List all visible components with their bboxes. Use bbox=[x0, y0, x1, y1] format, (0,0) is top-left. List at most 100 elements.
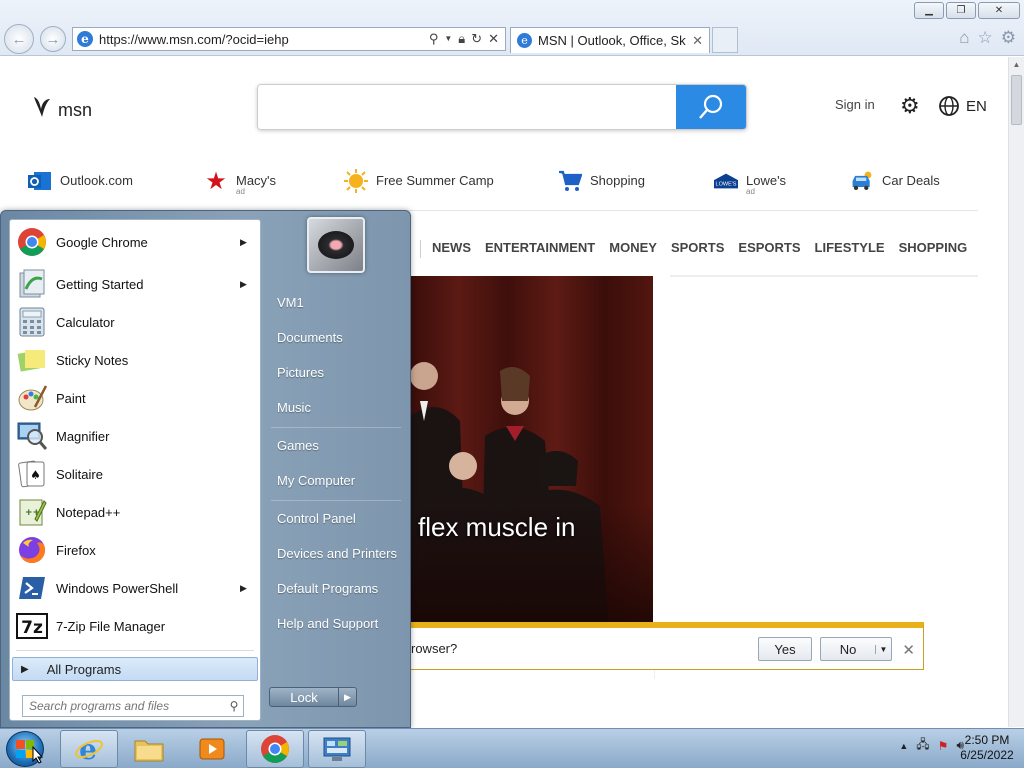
taskbar-internet-explorer[interactable]: e bbox=[60, 730, 118, 768]
program-magnifier[interactable]: Magnifier bbox=[12, 418, 258, 454]
taskbar-file-explorer[interactable] bbox=[120, 730, 178, 768]
dropdown-arrow-icon[interactable]: ▼ bbox=[875, 644, 891, 654]
tab-news[interactable]: NEWS bbox=[425, 240, 478, 258]
new-tab-button[interactable] bbox=[712, 27, 738, 53]
user-avatar[interactable] bbox=[307, 217, 365, 273]
action-center-flag-icon[interactable]: ⚑ bbox=[938, 739, 949, 753]
program-sticky-notes[interactable]: Sticky Notes bbox=[12, 342, 258, 378]
minimize-button[interactable]: ▁ bbox=[914, 2, 944, 19]
browser-tools: ⌂ ☆ ⚙ bbox=[959, 28, 1016, 48]
cart-icon bbox=[558, 169, 582, 193]
no-button[interactable]: No ▼ bbox=[820, 637, 892, 661]
place-my-computer[interactable]: My Computer bbox=[277, 473, 355, 488]
sun-icon bbox=[344, 169, 368, 193]
taskbar-google-chrome[interactable] bbox=[246, 730, 304, 768]
program-calculator[interactable]: Calculator bbox=[12, 304, 258, 340]
macys-star-icon: ★ bbox=[205, 167, 227, 195]
program-solitaire[interactable]: ♠ Solitaire bbox=[12, 456, 258, 492]
settings-gear-icon[interactable]: ⚙ bbox=[900, 93, 920, 119]
restore-button[interactable]: ❐ bbox=[946, 2, 976, 19]
tab-shopping[interactable]: SHOPPING bbox=[892, 240, 975, 258]
program-windows-powershell[interactable]: Windows PowerShell ▶ bbox=[12, 570, 258, 606]
tab-entertainment[interactable]: ENTERTAINMENT bbox=[478, 240, 602, 258]
lock-icon[interactable]: 🔒︎ bbox=[458, 31, 465, 47]
quicklink-summer-camp[interactable]: Free Summer Camp bbox=[344, 169, 494, 193]
program-paint[interactable]: Paint bbox=[12, 380, 258, 416]
program-firefox[interactable]: Firefox bbox=[12, 532, 258, 568]
place-help-and-support[interactable]: Help and Support bbox=[277, 616, 378, 631]
hero-story-card[interactable]: flex muscle in bbox=[410, 276, 653, 644]
close-window-button[interactable]: ✕ bbox=[978, 2, 1020, 19]
svg-text:LOWE'S: LOWE'S bbox=[716, 182, 737, 188]
place-games[interactable]: Games bbox=[277, 438, 319, 453]
settings-gear-icon[interactable]: ⚙ bbox=[1001, 28, 1016, 48]
tab-esports[interactable]: ESPORTS bbox=[731, 240, 807, 258]
search-icon[interactable]: ⚲ bbox=[225, 699, 243, 713]
quicklink-car-deals[interactable]: Car Deals bbox=[850, 169, 940, 193]
tab-close-icon[interactable]: ✕ bbox=[686, 33, 709, 49]
favorites-star-icon[interactable]: ☆ bbox=[978, 28, 993, 48]
program-google-chrome[interactable]: Google Chrome ▶ bbox=[12, 224, 258, 260]
globe-icon bbox=[939, 96, 959, 116]
program-7zip[interactable]: 7z 7-Zip File Manager bbox=[12, 608, 258, 644]
lock-options-arrow-icon[interactable]: ▶ bbox=[338, 688, 356, 706]
place-devices-and-printers[interactable]: Devices and Printers bbox=[277, 546, 397, 561]
internet-explorer-icon: e bbox=[75, 734, 103, 764]
start-search-input[interactable] bbox=[29, 699, 225, 713]
place-control-panel[interactable]: Control Panel bbox=[277, 511, 356, 526]
yes-button[interactable]: Yes bbox=[758, 637, 812, 661]
scroll-up-icon[interactable]: ▲ bbox=[1009, 57, 1024, 73]
browser-tab[interactable]: e MSN | Outlook, Office, Sky... ✕ bbox=[510, 27, 710, 53]
page-scrollbar[interactable]: ▲ bbox=[1008, 57, 1024, 727]
tab-money[interactable]: MONEY bbox=[602, 240, 664, 258]
close-notification-icon[interactable]: ✕ bbox=[902, 641, 915, 659]
msn-search-button[interactable] bbox=[676, 85, 746, 129]
program-label: 7-Zip File Manager bbox=[56, 618, 166, 634]
submenu-arrow-icon: ▶ bbox=[240, 582, 247, 593]
tab-sports[interactable]: SPORTS bbox=[664, 240, 731, 258]
hero-headline[interactable]: flex muscle in bbox=[418, 512, 576, 543]
place-music[interactable]: Music bbox=[277, 400, 311, 415]
firefox-icon bbox=[16, 534, 48, 566]
lock-label: Lock bbox=[290, 689, 318, 705]
refresh-icon[interactable]: ↻ bbox=[471, 31, 482, 47]
clock-time: 2:50 PM bbox=[964, 733, 1010, 747]
place-vm1[interactable]: VM1 bbox=[277, 295, 304, 310]
tab-title: MSN | Outlook, Office, Sky... bbox=[538, 33, 687, 48]
home-icon[interactable]: ⌂ bbox=[959, 28, 969, 48]
quicklink-shopping[interactable]: Shopping bbox=[558, 169, 645, 193]
dropdown-icon[interactable]: ▼ bbox=[444, 31, 452, 47]
arrow-right-icon: ▶ bbox=[21, 663, 29, 675]
program-label: Solitaire bbox=[56, 466, 103, 482]
program-getting-started[interactable]: Getting Started ▶ bbox=[12, 266, 258, 302]
lock-button[interactable]: Lock ▶ bbox=[269, 687, 357, 707]
stop-icon[interactable]: ✕ bbox=[488, 31, 499, 47]
quicklink-outlook[interactable]: Outlook.com bbox=[28, 169, 133, 193]
tab-lifestyle[interactable]: LIFESTYLE bbox=[808, 240, 892, 258]
msn-search-input[interactable] bbox=[258, 85, 676, 129]
quicklink-label: Shopping bbox=[590, 173, 645, 188]
network-icon[interactable]: 🖧︎ bbox=[916, 735, 929, 756]
browser-notification-bar: rowser? Yes No ▼ ✕ bbox=[380, 622, 924, 670]
program-notepadpp[interactable]: ++ Notepad++ bbox=[12, 494, 258, 530]
place-documents[interactable]: Documents bbox=[277, 330, 343, 345]
address-bar[interactable]: e https://www.msn.com/?ocid=iehp ⚲ ▼ 🔒︎ … bbox=[72, 27, 506, 51]
msn-logo[interactable]: msn bbox=[30, 93, 92, 128]
taskbar-media-player[interactable] bbox=[183, 730, 241, 768]
language-selector[interactable]: EN bbox=[938, 95, 987, 117]
taskbar-clock[interactable]: 2:50 PM 6/25/2022 bbox=[956, 733, 1018, 763]
show-hidden-icons-icon[interactable]: ▲ bbox=[899, 741, 908, 751]
scroll-thumb[interactable] bbox=[1011, 75, 1022, 125]
forward-button[interactable]: → bbox=[40, 26, 66, 52]
place-default-programs[interactable]: Default Programs bbox=[277, 581, 378, 596]
quicklink-lowes[interactable]: LOWE'S Lowe's ad bbox=[714, 169, 786, 196]
notification-text: rowser? bbox=[411, 641, 458, 656]
back-button[interactable]: ← bbox=[4, 24, 34, 54]
taskbar-control-panel[interactable] bbox=[308, 730, 366, 768]
address-url[interactable]: https://www.msn.com/?ocid=iehp bbox=[99, 32, 429, 47]
search-icon[interactable]: ⚲ bbox=[429, 31, 439, 47]
place-pictures[interactable]: Pictures bbox=[277, 365, 324, 380]
sign-in-link[interactable]: Sign in bbox=[835, 97, 875, 112]
all-programs-button[interactable]: ▶ All Programs bbox=[12, 657, 258, 681]
quicklink-macys[interactable]: ★ Macy's ad bbox=[204, 167, 276, 197]
